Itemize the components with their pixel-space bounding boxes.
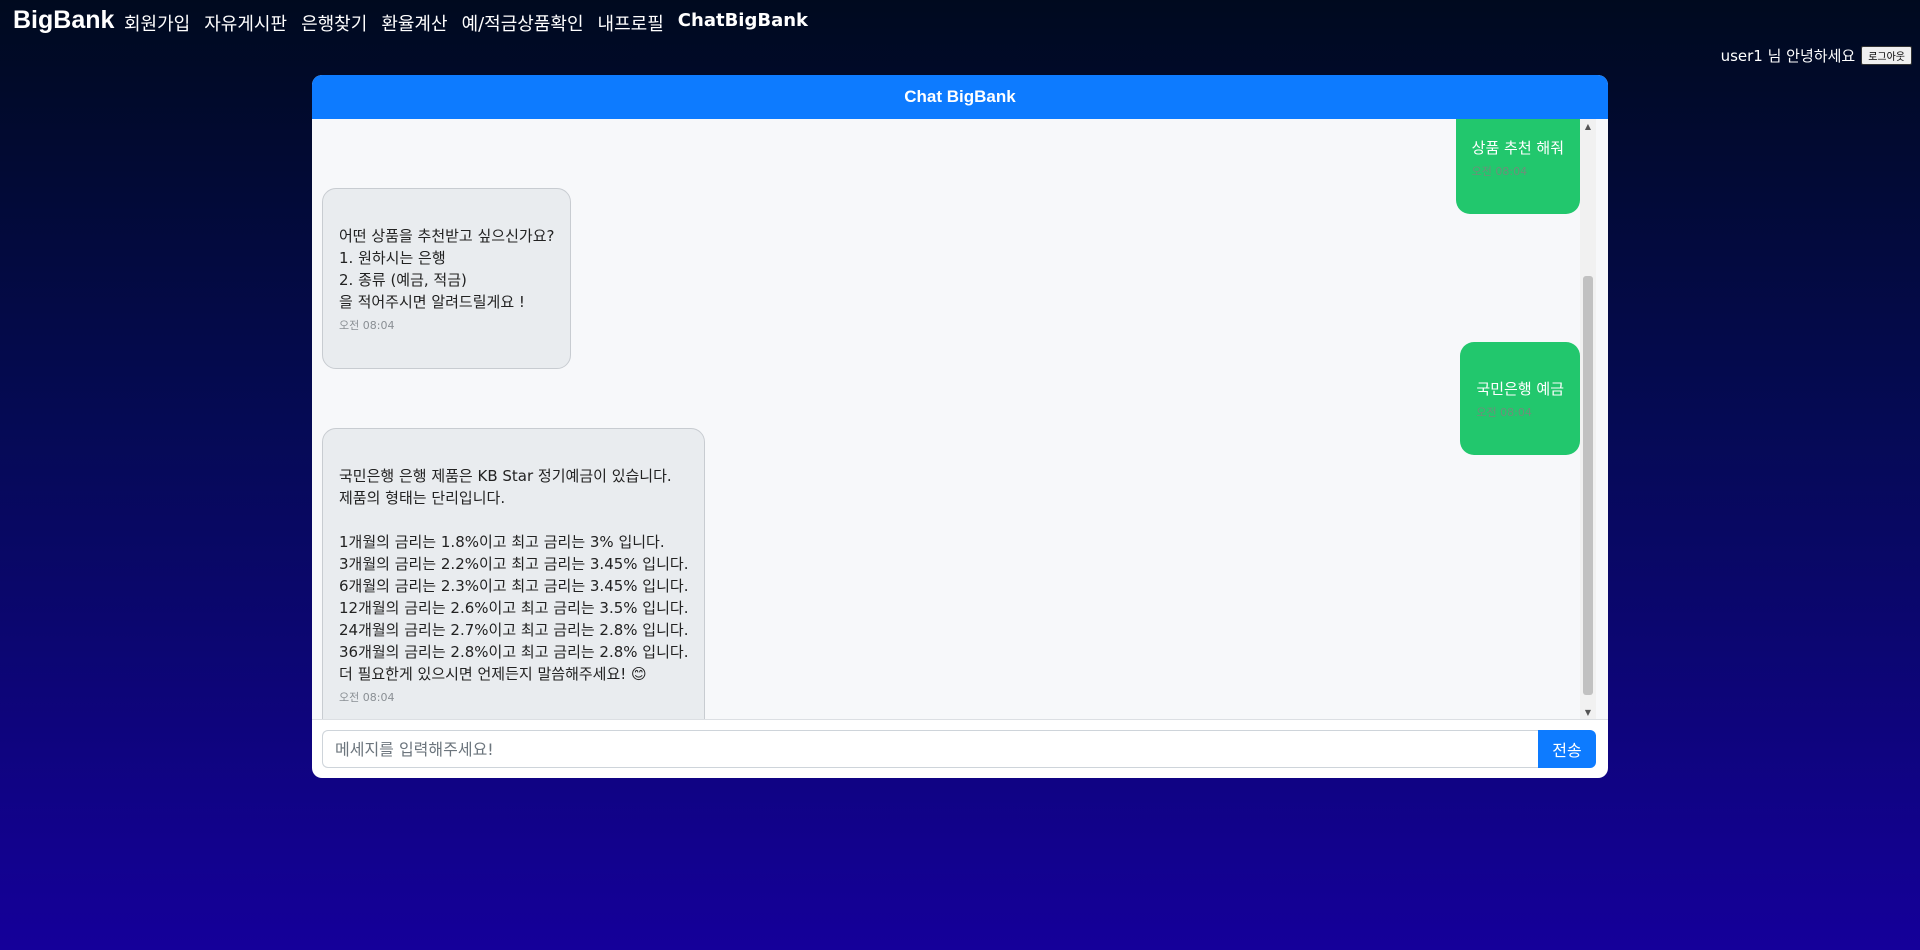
user-area: user1 님 안녕하세요 로그아웃 [1721, 45, 1912, 66]
nav-link-chatbigbank[interactable]: ChatBigBank [678, 10, 808, 36]
user-message: 상품 추천 해줘오전 08:04 [1455, 119, 1580, 214]
logout-button[interactable]: 로그아웃 [1861, 46, 1912, 65]
nav-link-exchange[interactable]: 환율계산 [381, 10, 447, 36]
nav-link-find-bank[interactable]: 은행찾기 [301, 10, 367, 36]
message-time: 오전 08:04 [1471, 165, 1528, 178]
message-time: 오전 08:04 [1476, 406, 1532, 419]
chat-messages[interactable]: 상품 추천 해줘오전 08:04 어떤 상품을 추천받고 싶으신가요? 1. 원… [312, 119, 1608, 720]
chat-title: Chat BigBank [904, 87, 1016, 106]
user-greeting: user1 님 안녕하세요 [1720, 47, 1856, 65]
brand-logo[interactable]: BigBank [13, 6, 114, 35]
scroll-thumb[interactable] [1583, 276, 1593, 695]
chat-header: Chat BigBank [312, 75, 1608, 119]
nav-link-signup[interactable]: 회원가입 [124, 10, 190, 36]
bot-message: 국민은행 은행 제품은 KB Star 정기예금이 있습니다. 제품의 형태는 … [322, 428, 706, 719]
scroll-up-arrow-icon[interactable]: ▲ [1580, 119, 1596, 133]
message-input[interactable] [322, 730, 1538, 768]
top-navbar: BigBank 회원가입 자유게시판 은행찾기 환율계산 예/적금상품확인 내프… [0, 0, 1920, 46]
user-message: 국민은행 예금오전 08:04 [1460, 342, 1580, 455]
message-text: 국민은행 은행 제품은 KB Star 정기예금이 있습니다. 제품의 형태는 … [339, 467, 689, 683]
chat-panel: Chat BigBank 상품 추천 해줘오전 08:04 어떤 상품을 추천받… [312, 75, 1608, 778]
bot-message: 어떤 상품을 추천받고 싶으신가요? 1. 원하시는 은행 2. 종류 (예금,… [322, 188, 572, 369]
nav-link-products[interactable]: 예/적금상품확인 [462, 10, 584, 36]
message-text: 국민은행 예금 [1476, 380, 1564, 398]
message-time: 오전 08:04 [339, 319, 395, 332]
send-button[interactable]: 전송 [1538, 730, 1596, 768]
message-text: 어떤 상품을 추천받고 싶으신가요? 1. 원하시는 은행 2. 종류 (예금,… [339, 227, 555, 311]
nav-link-profile[interactable]: 내프로필 [598, 10, 664, 36]
message-text: 상품 추천 해줘 [1471, 139, 1564, 157]
message-input-row: 전송 [322, 730, 1596, 768]
nav-links: 회원가입 자유게시판 은행찾기 환율계산 예/적금상품확인 내프로필 ChatB… [124, 10, 808, 36]
scroll-down-arrow-icon[interactable]: ▼ [1580, 705, 1596, 719]
nav-link-board[interactable]: 자유게시판 [204, 10, 287, 36]
chat-scrollbar[interactable]: ▲ ▼ [1580, 119, 1596, 719]
message-time: 오전 08:04 [339, 691, 395, 704]
